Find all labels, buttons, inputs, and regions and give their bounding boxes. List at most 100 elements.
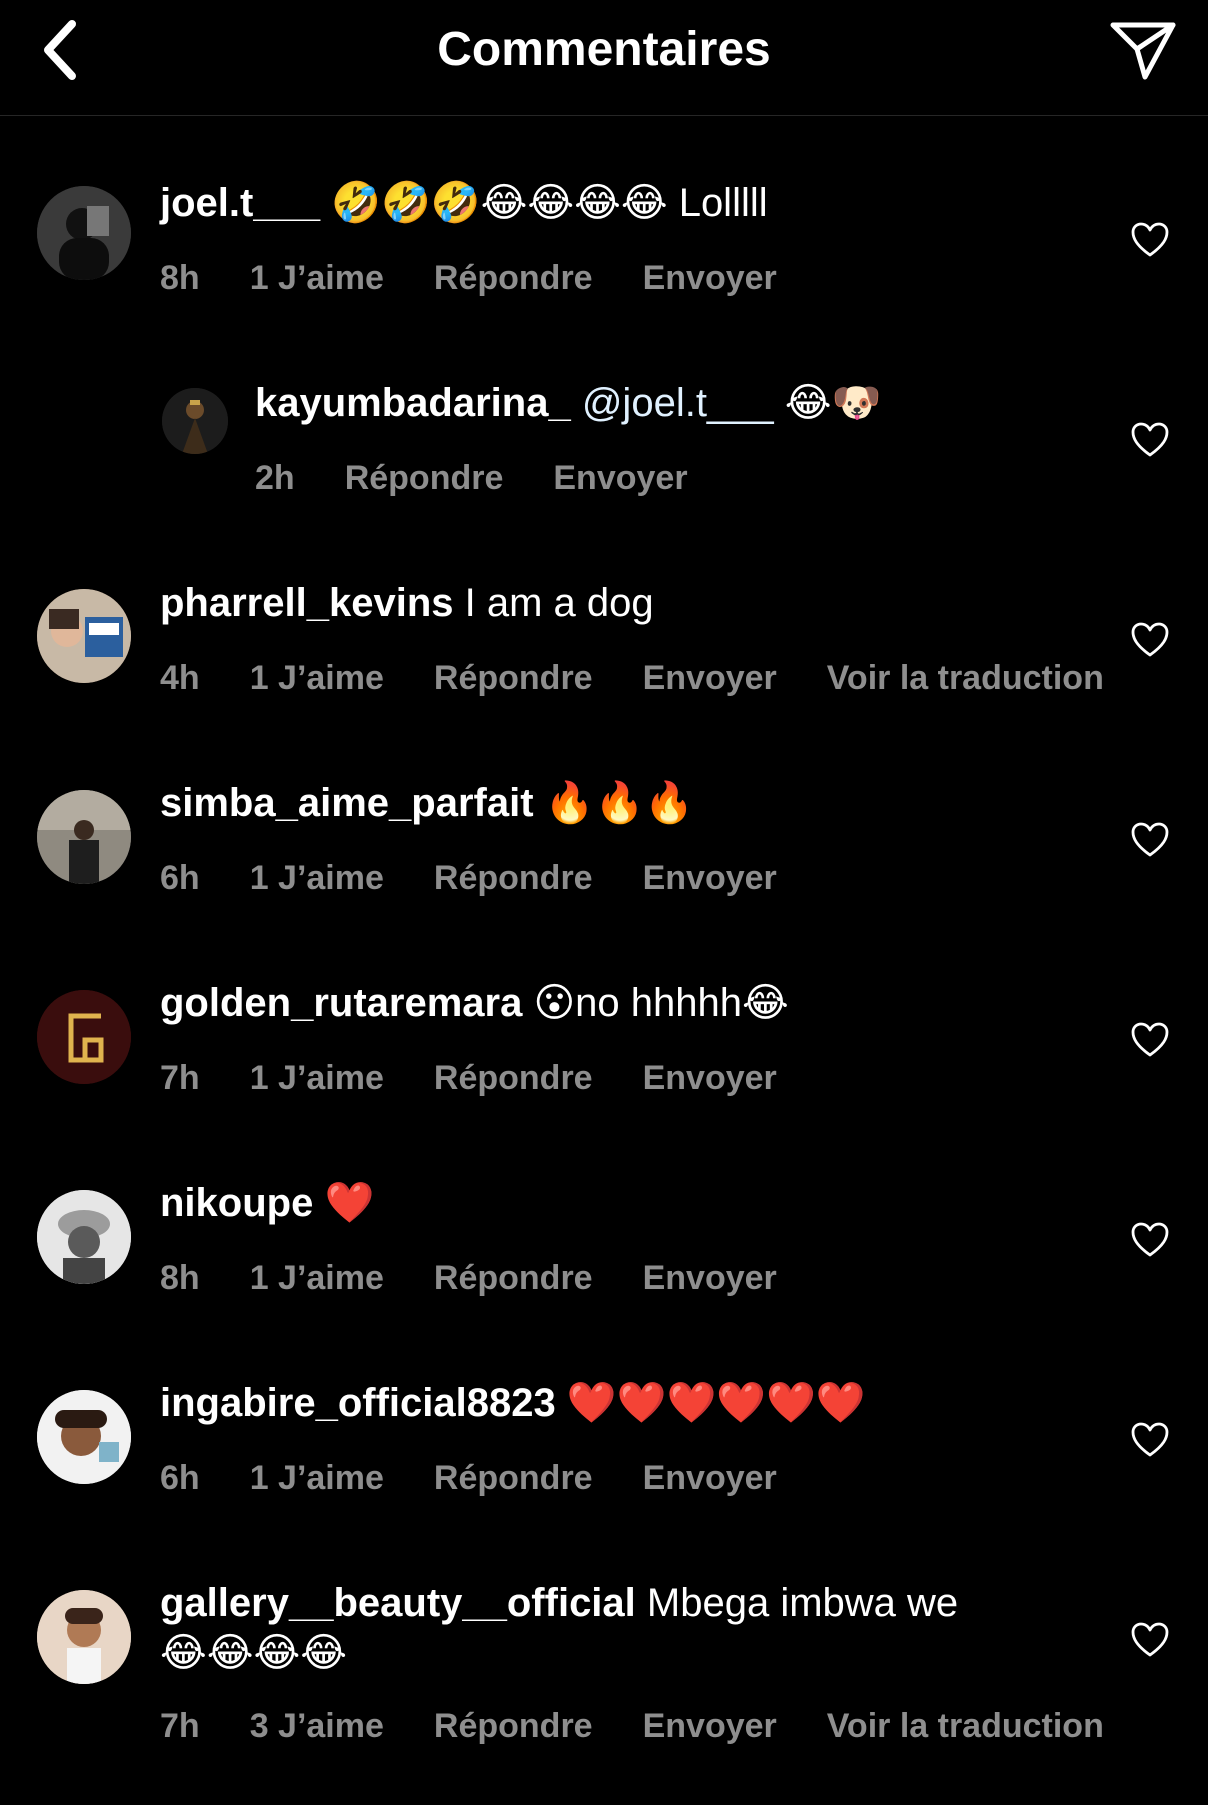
comment-text: ingabire_official8823 ❤️❤️❤️❤️❤️❤️	[160, 1378, 866, 1428]
page-title: Commentaires	[437, 23, 771, 76]
avatar[interactable]	[37, 990, 131, 1084]
send-button[interactable]	[1104, 14, 1182, 86]
reply-button[interactable]: Répondre	[434, 1459, 593, 1497]
reply-button[interactable]: Répondre	[434, 1259, 593, 1297]
comment-emoji: 😮	[533, 980, 576, 1026]
heart-icon	[1131, 422, 1169, 457]
like-button[interactable]	[1118, 808, 1182, 872]
paper-plane-icon	[1110, 22, 1176, 80]
avatar[interactable]	[37, 1190, 131, 1284]
like-button[interactable]	[1118, 1408, 1182, 1472]
like-button[interactable]	[1118, 208, 1182, 272]
heart-icon	[1131, 1222, 1169, 1257]
comment-likes[interactable]: 1 J’aime	[250, 859, 384, 897]
comment-body: I am a dog	[464, 581, 654, 625]
comment-time: 6h	[160, 1459, 200, 1497]
avatar[interactable]	[37, 790, 131, 884]
heart-icon	[1131, 822, 1169, 857]
avatar[interactable]	[162, 388, 228, 454]
comment-username[interactable]: nikoupe	[160, 1181, 313, 1225]
reply-button[interactable]: Répondre	[434, 1707, 593, 1745]
comment-text: simba_aime_parfait 🔥🔥🔥	[160, 778, 694, 828]
like-button[interactable]	[1118, 1608, 1182, 1672]
comment-text: joel.t___ 🤣🤣🤣😂😂😂😂 Lolllll	[160, 178, 768, 228]
comment-username[interactable]: ingabire_official8823	[160, 1381, 556, 1425]
comment-item: pharrell_kevins I am a dog 4h 1 J’aime Rép…	[0, 516, 1208, 716]
comment-likes[interactable]: 1 J’aime	[250, 1059, 384, 1097]
send-comment-button[interactable]: Envoyer	[643, 859, 777, 897]
comment-time: 6h	[160, 859, 200, 897]
comment-emoji-end: 😂	[742, 980, 789, 1026]
comment-username[interactable]: joel.t___	[160, 181, 320, 225]
avatar[interactable]	[37, 186, 131, 280]
comment-likes[interactable]: 1 J’aime	[250, 1259, 384, 1297]
comment-emoji: 🤣🤣🤣😂😂😂😂	[331, 180, 668, 226]
comment-text: kayumbadarina_ @joel.t___ 😂🐶	[255, 378, 881, 428]
header-bar: Commentaires	[0, 0, 1208, 116]
avatar[interactable]	[37, 1390, 131, 1484]
comment-mention[interactable]: @joel.t___	[582, 381, 774, 425]
comment-item: gallery__beauty__official Mbega imbwa we…	[0, 1516, 1208, 1776]
send-comment-button[interactable]: Envoyer	[643, 1459, 777, 1497]
reply-button[interactable]: Répondre	[434, 859, 593, 897]
comment-emoji: 😂😂😂😂	[160, 1630, 347, 1676]
heart-icon	[1131, 1622, 1169, 1657]
comment-actions: 7h 1 J’aime Répondre Envoyer	[160, 1056, 827, 1100]
comment-likes[interactable]: 1 J’aime	[250, 1459, 384, 1497]
translate-button[interactable]: Voir la traduction	[827, 1707, 1104, 1745]
comment-body: no hhhhh	[575, 981, 743, 1025]
send-comment-button[interactable]: Envoyer	[643, 1707, 777, 1745]
send-comment-button[interactable]: Envoyer	[643, 259, 777, 297]
comment-actions: 4h 1 J’aime Répondre Envoyer Voir la traduct…	[160, 656, 1104, 700]
reply-button[interactable]: Répondre	[434, 659, 593, 697]
reply-button[interactable]: Répondre	[434, 259, 593, 297]
send-comment-button[interactable]: Envoyer	[643, 659, 777, 697]
like-button[interactable]	[1118, 1208, 1182, 1272]
comment-actions: 2h Répondre Envoyer	[255, 456, 738, 500]
comment-text: golden_rutaremara 😮no hhhhh😂	[160, 978, 789, 1028]
avatar[interactable]	[37, 589, 131, 683]
comment-body: Lolllll	[667, 181, 768, 225]
comment-username[interactable]: gallery__beauty__official	[160, 1581, 636, 1625]
comment-emoji: 🔥🔥🔥	[544, 780, 695, 826]
comment-likes[interactable]: 1 J’aime	[250, 259, 384, 297]
comment-username[interactable]: kayumbadarina_	[255, 381, 571, 425]
translate-button[interactable]: Voir la traduction	[827, 659, 1104, 697]
comment-username[interactable]: golden_rutaremara	[160, 981, 522, 1025]
heart-icon	[1131, 1022, 1169, 1057]
reply-button[interactable]: Répondre	[345, 459, 504, 497]
comment-text: nikoupe ❤️	[160, 1178, 374, 1228]
comment-username[interactable]: pharrell_kevins	[160, 581, 454, 625]
comment-text: pharrell_kevins I am a dog	[160, 578, 654, 628]
comment-emoji: 😂🐶	[784, 380, 882, 426]
comment-time: 7h	[160, 1059, 200, 1097]
send-comment-button[interactable]: Envoyer	[553, 459, 687, 497]
comment-text: gallery__beauty__official Mbega imbwa we	[160, 1578, 958, 1628]
like-button[interactable]	[1118, 1008, 1182, 1072]
comment-item: simba_aime_parfait 🔥🔥🔥 6h 1 J’aime Répondr…	[0, 716, 1208, 916]
comment-likes[interactable]: 1 J’aime	[250, 659, 384, 697]
comment-item: joel.t___ 🤣🤣🤣😂😂😂😂 Lolllll 8h 1 J’aime Répo…	[0, 116, 1208, 316]
comment-item: ingabire_official8823 ❤️❤️❤️❤️❤️❤️ 6h 1 J…	[0, 1316, 1208, 1516]
comment-likes[interactable]: 3 J’aime	[250, 1707, 384, 1745]
like-button[interactable]	[1118, 608, 1182, 672]
comment-text-line2: 😂😂😂😂	[160, 1628, 347, 1678]
comment-time: 4h	[160, 659, 200, 697]
reply-button[interactable]: Répondre	[434, 1059, 593, 1097]
heart-icon	[1131, 222, 1169, 257]
comment-time: 8h	[160, 1259, 200, 1297]
comment-emoji: ❤️	[324, 1180, 375, 1226]
like-button[interactable]	[1118, 408, 1182, 472]
comment-username[interactable]: simba_aime_parfait	[160, 781, 534, 825]
comment-actions: 8h 1 J’aime Répondre Envoyer	[160, 1256, 827, 1300]
heart-icon	[1131, 622, 1169, 657]
comment-actions: 6h 1 J’aime Répondre Envoyer	[160, 1456, 827, 1500]
comment-actions: 8h 1 J’aime Répondre Envoyer	[160, 256, 827, 300]
comment-actions: 6h 1 J’aime Répondre Envoyer	[160, 856, 827, 900]
send-comment-button[interactable]: Envoyer	[643, 1259, 777, 1297]
avatar[interactable]	[37, 1590, 131, 1684]
comment-body: Mbega imbwa we	[646, 1581, 959, 1625]
comment-emoji: ❤️❤️❤️❤️❤️❤️	[566, 1380, 866, 1426]
send-comment-button[interactable]: Envoyer	[643, 1059, 777, 1097]
comment-item: kayumbadarina_ @joel.t___ 😂🐶 2h Répondre E…	[0, 316, 1208, 516]
